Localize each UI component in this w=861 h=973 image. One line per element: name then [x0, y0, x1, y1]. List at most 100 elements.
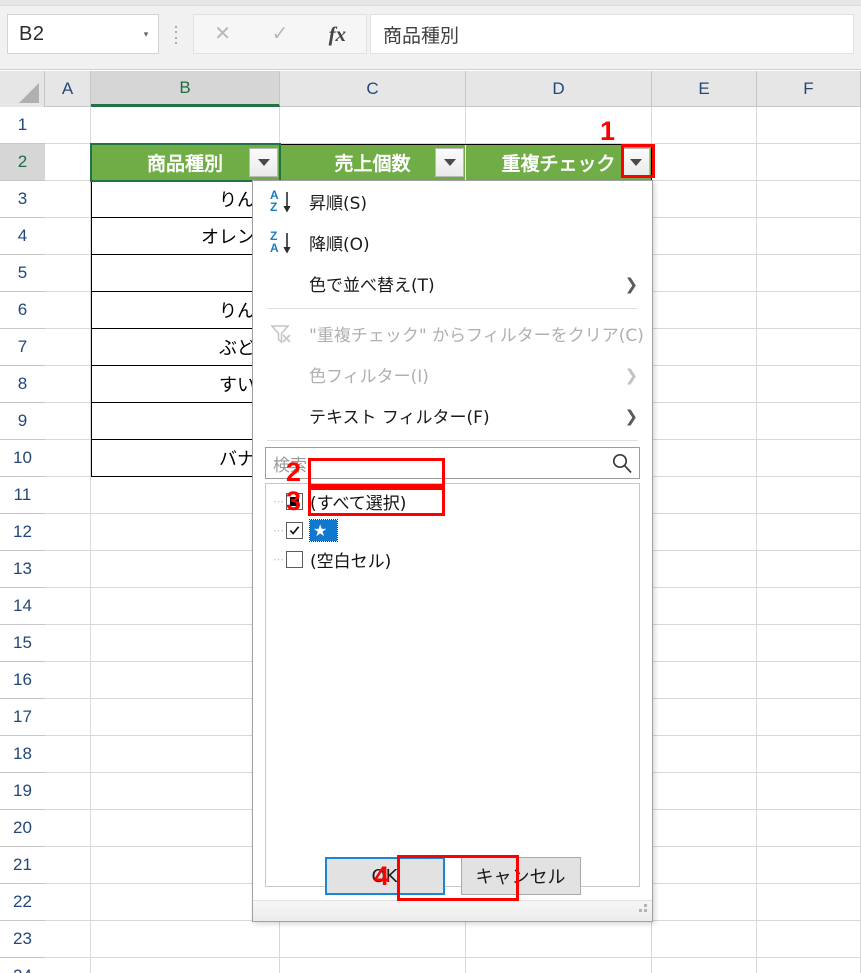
cell-F8[interactable] [757, 366, 861, 403]
cell-E2[interactable] [652, 144, 757, 181]
list-item-select-all[interactable]: ⋯ (すべて選択) [266, 487, 639, 516]
cell-A12[interactable] [45, 514, 91, 551]
row-header-12[interactable]: 12 [0, 514, 45, 551]
formula-bar-grip[interactable] [173, 26, 179, 44]
checkbox-star[interactable] [286, 522, 303, 539]
row-header-17[interactable]: 17 [0, 699, 45, 736]
row-header-11[interactable]: 11 [0, 477, 45, 514]
menu-item-text-filter[interactable]: テキスト フィルター(F) ❯ [253, 395, 652, 436]
cell-F22[interactable] [757, 884, 861, 921]
row-header-6[interactable]: 6 [0, 292, 45, 329]
cell-D24[interactable] [466, 958, 652, 973]
cell-E7[interactable] [652, 329, 757, 366]
cell-F5[interactable] [757, 255, 861, 292]
cell-E5[interactable] [652, 255, 757, 292]
cell-D23[interactable] [466, 921, 652, 958]
formula-input[interactable]: 商品種別 [370, 14, 854, 54]
cell-E10[interactable] [652, 440, 757, 477]
cell-F16[interactable] [757, 662, 861, 699]
cell-F20[interactable] [757, 810, 861, 847]
cell-E8[interactable] [652, 366, 757, 403]
cell-E12[interactable] [652, 514, 757, 551]
cell-F7[interactable] [757, 329, 861, 366]
cell-A10[interactable] [45, 440, 91, 477]
list-item-blanks[interactable]: ⋯ (空白セル) [266, 545, 639, 574]
row-header-8[interactable]: 8 [0, 366, 45, 403]
cell-E15[interactable] [652, 625, 757, 662]
cell-A8[interactable] [45, 366, 91, 403]
cell-E1[interactable] [652, 107, 757, 144]
cell-A4[interactable] [45, 218, 91, 255]
cell-B1[interactable] [91, 107, 280, 144]
list-item-star[interactable]: ⋯ ★ [266, 516, 639, 545]
cell-F21[interactable] [757, 847, 861, 884]
cancel-button[interactable]: キャンセル [460, 857, 581, 895]
cell-A19[interactable] [45, 773, 91, 810]
row-header-22[interactable]: 22 [0, 884, 45, 921]
cell-E17[interactable] [652, 699, 757, 736]
column-header-b[interactable]: B [91, 71, 280, 107]
row-header-21[interactable]: 21 [0, 847, 45, 884]
row-header-23[interactable]: 23 [0, 921, 45, 958]
cell-A13[interactable] [45, 551, 91, 588]
row-header-10[interactable]: 10 [0, 440, 45, 477]
cell-A1[interactable] [45, 107, 91, 144]
cell-E3[interactable] [652, 181, 757, 218]
row-header-7[interactable]: 7 [0, 329, 45, 366]
cell-A2[interactable] [45, 144, 91, 181]
cell-C1[interactable] [280, 107, 466, 144]
cell-E16[interactable] [652, 662, 757, 699]
row-header-9[interactable]: 9 [0, 403, 45, 440]
cell-B24[interactable] [91, 958, 280, 973]
cell-A18[interactable] [45, 736, 91, 773]
cell-A14[interactable] [45, 588, 91, 625]
filter-search-input[interactable]: 検索 [266, 451, 611, 476]
menu-item-sort-descending[interactable]: ZA 降順(O) [253, 222, 652, 263]
cell-F1[interactable] [757, 107, 861, 144]
name-box[interactable]: B2 ▾ [7, 14, 159, 54]
cell-E22[interactable] [652, 884, 757, 921]
cell-F17[interactable] [757, 699, 861, 736]
cell-F12[interactable] [757, 514, 861, 551]
cell-F19[interactable] [757, 773, 861, 810]
row-header-19[interactable]: 19 [0, 773, 45, 810]
filter-value-list[interactable]: ⋯ (すべて選択) ⋯ ★ ⋯ (空白セル) [265, 483, 640, 887]
cell-A21[interactable] [45, 847, 91, 884]
column-header-a[interactable]: A [45, 71, 91, 107]
cell-A17[interactable] [45, 699, 91, 736]
cell-A20[interactable] [45, 810, 91, 847]
cell-A11[interactable] [45, 477, 91, 514]
row-header-3[interactable]: 3 [0, 181, 45, 218]
cell-F10[interactable] [757, 440, 861, 477]
cell-A22[interactable] [45, 884, 91, 921]
cell-E19[interactable] [652, 773, 757, 810]
cell-E24[interactable] [652, 958, 757, 973]
checkbox-blanks[interactable] [286, 551, 303, 568]
column-header-e[interactable]: E [652, 71, 757, 107]
cell-A5[interactable] [45, 255, 91, 292]
cell-E13[interactable] [652, 551, 757, 588]
row-header-2[interactable]: 2 [0, 144, 45, 181]
cell-F14[interactable] [757, 588, 861, 625]
cell-C24[interactable] [280, 958, 466, 973]
cell-E11[interactable] [652, 477, 757, 514]
filter-search-box[interactable]: 検索 [265, 447, 640, 479]
row-header-13[interactable]: 13 [0, 551, 45, 588]
menu-item-sort-by-color[interactable]: 色で並べ替え(T) ❯ [253, 263, 652, 304]
filter-button-b2[interactable] [249, 148, 278, 177]
cell-F24[interactable] [757, 958, 861, 973]
cell-A6[interactable] [45, 292, 91, 329]
cell-F15[interactable] [757, 625, 861, 662]
cell-F3[interactable] [757, 181, 861, 218]
menu-item-sort-ascending[interactable]: AZ 昇順(S) [253, 181, 652, 222]
row-header-24[interactable]: 24 [0, 958, 45, 973]
filter-button-d2[interactable] [621, 148, 650, 177]
filter-button-c2[interactable] [435, 148, 464, 177]
cell-F18[interactable] [757, 736, 861, 773]
row-header-20[interactable]: 20 [0, 810, 45, 847]
cell-E9[interactable] [652, 403, 757, 440]
column-header-f[interactable]: F [757, 71, 861, 107]
row-header-18[interactable]: 18 [0, 736, 45, 773]
cancel-icon[interactable]: ✕ [194, 24, 251, 44]
search-icon[interactable] [611, 452, 639, 474]
